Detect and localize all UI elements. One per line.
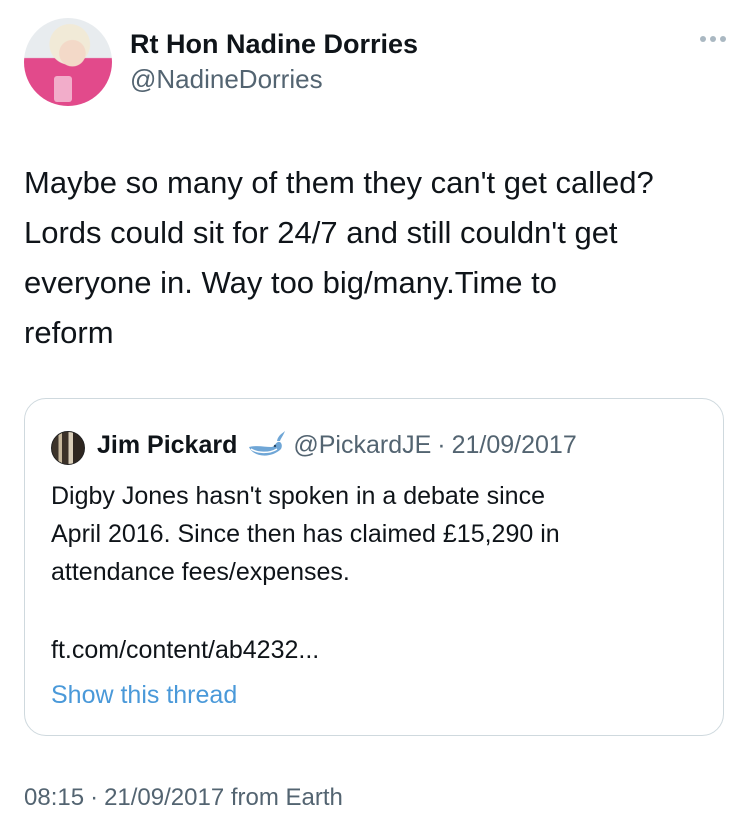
author-handle[interactable]: @NadineDorries — [130, 62, 418, 96]
tweet-footer: 08:15 · 21/09/2017 from Earth — [24, 784, 343, 812]
more-dot — [720, 36, 726, 42]
quoted-tweet[interactable]: Jim Pickard @PickardJE · 21/09/2017 Digb… — [24, 398, 724, 736]
quoted-separator: · — [437, 430, 446, 459]
avatar-glass-detail — [54, 76, 72, 102]
author-display-name[interactable]: Rt Hon Nadine Dorries — [130, 26, 418, 62]
tweet-card: Rt Hon Nadine Dorries @NadineDorries May… — [0, 0, 750, 836]
more-dot — [700, 36, 706, 42]
tweet-time[interactable]: 08:15 — [24, 784, 84, 811]
whale-badge-icon — [249, 431, 286, 456]
footer-separator: · — [90, 784, 99, 811]
quoted-author-name: Jim Pickard — [97, 430, 238, 459]
author-block: Rt Hon Nadine Dorries @NadineDorries — [130, 26, 418, 96]
show-thread-link[interactable]: Show this thread — [51, 677, 237, 713]
quoted-tweet-header: Jim Pickard @PickardJE · 21/09/2017 — [97, 427, 577, 463]
quoted-link[interactable]: ft.com/content/ab4232... — [51, 631, 319, 669]
quoted-author-handle: @PickardJE — [293, 430, 432, 459]
author-avatar[interactable] — [24, 18, 112, 106]
tweet-date-source[interactable]: 21/09/2017 from Earth — [104, 784, 343, 811]
more-horizontal-icon[interactable] — [700, 36, 726, 42]
tweet-text: Maybe so many of them they can't get cal… — [24, 165, 654, 350]
quoted-author-avatar — [51, 431, 85, 465]
quoted-tweet-text: Digby Jones hasn't spoken in a debate si… — [51, 482, 560, 586]
more-dot — [710, 36, 716, 42]
quoted-date: 21/09/2017 — [451, 430, 577, 459]
